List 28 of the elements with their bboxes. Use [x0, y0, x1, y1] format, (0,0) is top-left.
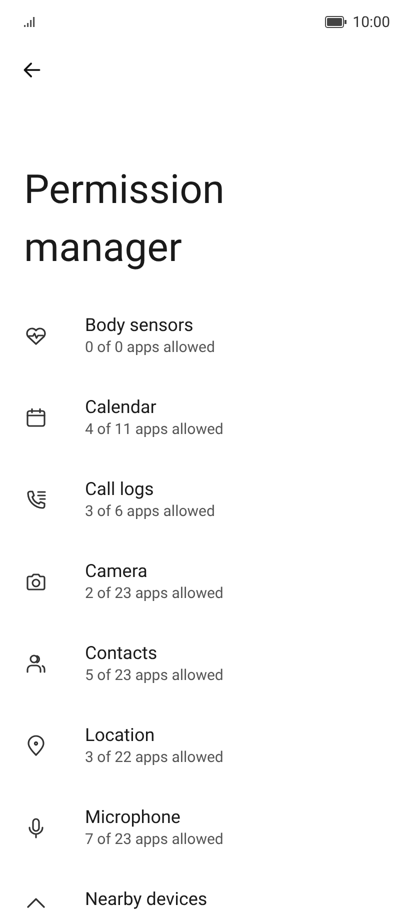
permission-name: Location [85, 725, 156, 747]
battery-icon [324, 16, 347, 28]
permission-name: Microphone [85, 807, 182, 829]
permission-item[interactable]: Calendar 4 of 11 apps allowed [0, 377, 414, 459]
status-time: 10:00 [352, 12, 390, 33]
permission-name: Body sensors [85, 315, 194, 337]
permission-count: 0 of 0 apps allowed [85, 337, 215, 357]
permission-item[interactable]: Contacts 5 of 23 apps allowed [0, 623, 414, 705]
permission-count: 3 of 22 apps allowed [85, 747, 224, 767]
permission-item[interactable]: Body sensors 0 of 0 apps allowed [0, 295, 414, 377]
calendar-icon [24, 406, 48, 430]
permission-item[interactable]: Location 3 of 22 apps allowed [0, 705, 414, 787]
permission-item[interactable]: Call logs 3 of 6 apps allowed [0, 459, 414, 541]
permission-name: Contacts [85, 643, 158, 665]
permission-name: Call logs [85, 479, 155, 501]
permission-count: 3 of 6 apps allowed [85, 501, 215, 521]
permission-item[interactable]: Camera 2 of 23 apps allowed [0, 541, 414, 623]
page-title: Permission manager [23, 165, 226, 273]
permission-name: Camera [85, 561, 148, 583]
permission-name: Calendar [85, 397, 158, 419]
permission-count: 7 of 23 apps allowed [85, 829, 224, 849]
permission-item[interactable]: Microphone 7 of 23 apps allowed [0, 787, 414, 869]
permission-count: 5 of 23 apps allowed [85, 665, 224, 685]
permission-count: 2 of 23 apps allowed [85, 583, 224, 603]
phone-list-icon [24, 488, 48, 512]
permission-name: Nearby devices [85, 889, 208, 911]
permission-item[interactable]: Nearby devices [0, 869, 414, 920]
permission-count: 4 of 11 apps allowed [85, 419, 224, 439]
